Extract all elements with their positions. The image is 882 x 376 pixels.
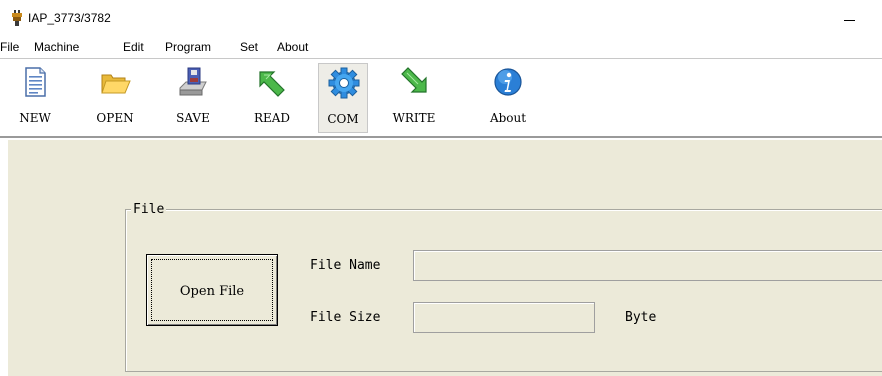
toolbar-separator bbox=[236, 63, 237, 133]
about-info-icon bbox=[494, 68, 522, 96]
read-arrow-icon bbox=[259, 71, 285, 97]
menu-about[interactable]: About bbox=[277, 39, 308, 55]
minimize-icon bbox=[844, 20, 855, 21]
file-size-label: File Size bbox=[310, 310, 381, 325]
minimize-button[interactable] bbox=[812, 0, 882, 36]
file-size-field[interactable] bbox=[413, 302, 595, 333]
file-name-field[interactable] bbox=[413, 250, 882, 281]
new-button[interactable]: NEW bbox=[10, 63, 60, 133]
com-gear-icon bbox=[328, 67, 360, 99]
app-icon bbox=[12, 10, 22, 26]
title-bar: IAP_3773/3782 bbox=[0, 0, 882, 36]
file-name-label: File Name bbox=[310, 258, 381, 273]
toolbar: NEW OPEN SAVE READ COM WRITE About bbox=[0, 58, 882, 138]
read-button[interactable]: READ bbox=[247, 63, 297, 133]
read-label: READ bbox=[253, 111, 291, 125]
save-label: SAVE bbox=[176, 111, 210, 125]
new-file-icon bbox=[25, 67, 46, 97]
main-panel: File Open File File Name File Size Byte bbox=[8, 140, 882, 376]
open-file-button-label: Open File bbox=[179, 284, 245, 299]
save-icon bbox=[179, 67, 207, 96]
menu-machine[interactable]: Machine bbox=[34, 39, 79, 55]
write-label: WRITE bbox=[392, 111, 436, 125]
com-button[interactable]: COM bbox=[318, 63, 368, 133]
open-button[interactable]: OPEN bbox=[90, 63, 140, 133]
save-button[interactable]: SAVE bbox=[168, 63, 218, 133]
menu-edit[interactable]: Edit bbox=[123, 39, 144, 55]
com-label: COM bbox=[327, 112, 359, 126]
new-label: NEW bbox=[19, 111, 51, 125]
menu-bar: File Machine Edit Program Set About bbox=[0, 36, 882, 58]
menu-program[interactable]: Program bbox=[165, 39, 211, 55]
file-group-title: File bbox=[131, 202, 167, 217]
about-label: About bbox=[489, 111, 527, 125]
open-folder-icon bbox=[101, 74, 131, 94]
toolbar-separator bbox=[468, 63, 469, 133]
open-label: OPEN bbox=[96, 111, 134, 125]
window-title: IAP_3773/3782 bbox=[28, 11, 111, 25]
open-file-button[interactable]: Open File bbox=[146, 254, 278, 326]
write-button[interactable]: WRITE bbox=[389, 63, 439, 133]
about-button[interactable]: About bbox=[483, 63, 533, 133]
byte-unit-label: Byte bbox=[625, 310, 657, 325]
menu-set[interactable]: Set bbox=[240, 39, 258, 55]
write-arrow-icon bbox=[401, 67, 427, 93]
menu-file[interactable]: File bbox=[0, 39, 19, 55]
